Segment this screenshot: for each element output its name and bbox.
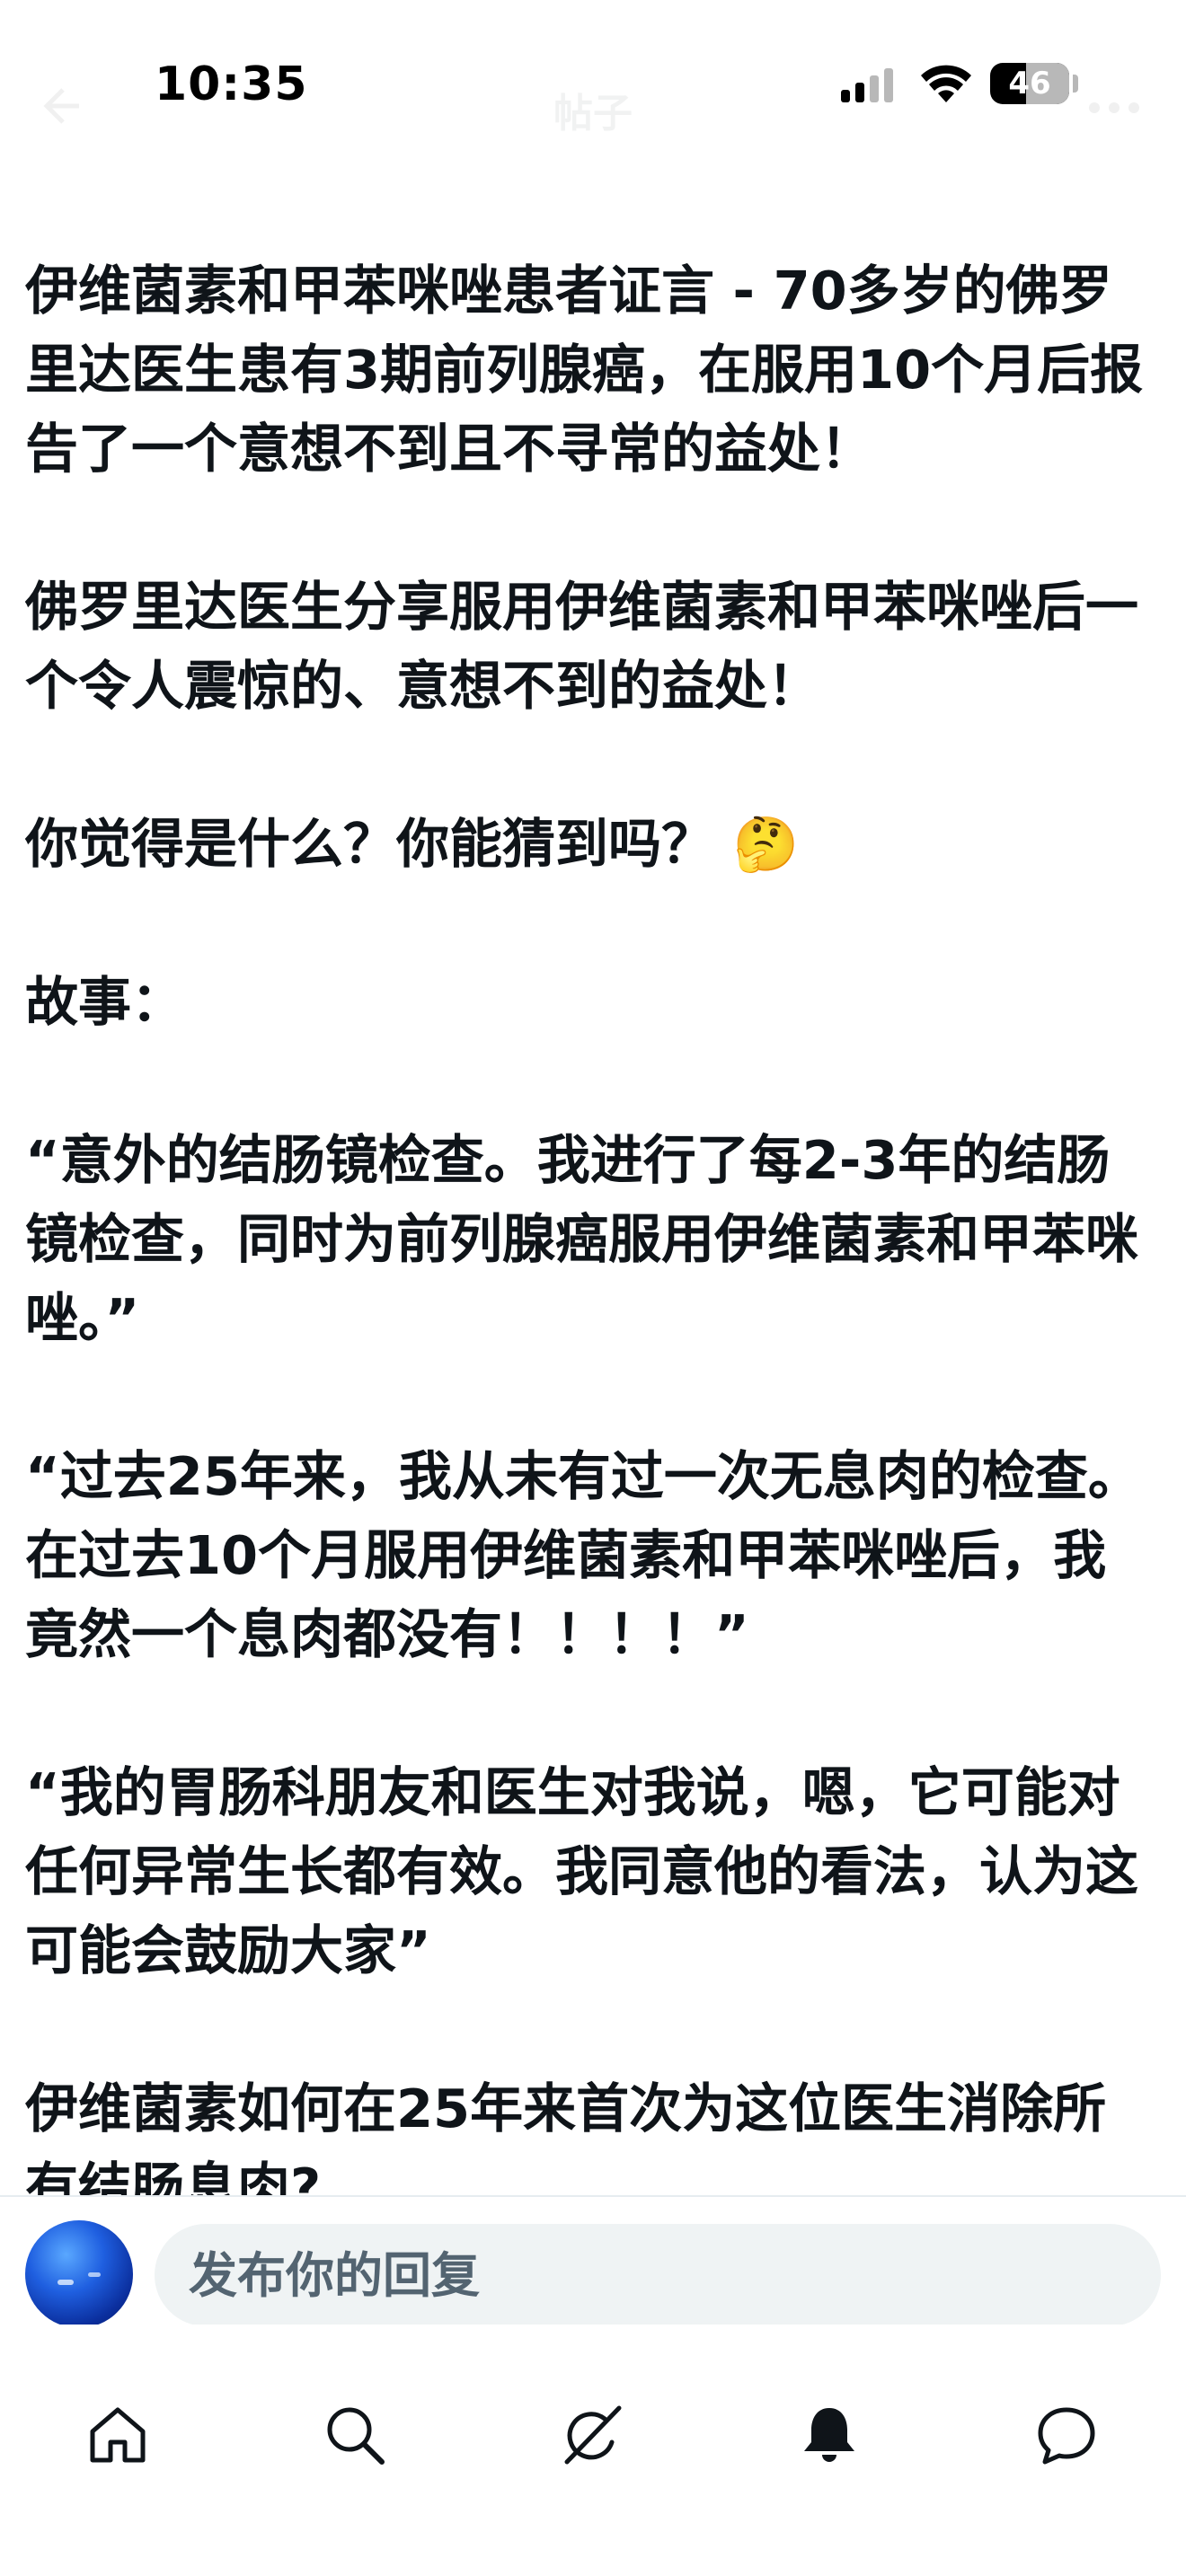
post-paragraph: “意外的结肠镜检查。我进行了每2-3年的结肠镜检查，同时为前列腺癌服用伊维菌素和…: [25, 1129, 1139, 1349]
status-time: 10:35: [155, 57, 308, 111]
cellular-signal-icon: [841, 68, 893, 102]
battery-indicator: 46: [990, 63, 1069, 104]
wifi-icon: [921, 65, 971, 102]
post-paragraph: 你觉得是什么？你能猜到吗？ 🤔: [25, 813, 800, 875]
post-paragraph: “我的胃肠科朋友和医生对我说，嗯，它可能对任何异常生长都有效。我同意他的看法，认…: [25, 1761, 1139, 1981]
reply-input[interactable]: [155, 2224, 1161, 2326]
battery-tip: [1073, 75, 1078, 93]
post-paragraph: 伊维菌素如何在25年来首次为这位医生消除所有结肠息肉?: [25, 2078, 1107, 2195]
nav-grok[interactable]: [552, 2395, 633, 2475]
search-icon: [327, 2407, 385, 2465]
nav-notifications[interactable]: [789, 2395, 870, 2475]
avatar[interactable]: [25, 2220, 133, 2328]
battery-level: 46: [1008, 66, 1051, 101]
messages-icon: [1038, 2407, 1095, 2465]
post-paragraph: 伊维菌素和甲苯咪唑患者证言 - 70多岁的佛罗里达医生患有3期前列腺癌，在服用1…: [25, 260, 1144, 480]
avatar-detail: [88, 2272, 101, 2277]
more-icon[interactable]: [1087, 99, 1141, 117]
post-text: 伊维菌素和甲苯咪唑患者证言 - 70多岁的佛罗里达医生患有3期前列腺癌，在服用1…: [25, 251, 1159, 2195]
grok-icon: [564, 2405, 622, 2465]
home-icon: [90, 2407, 146, 2463]
bottom-nav: [0, 2325, 1186, 2576]
post-paragraph: 佛罗里达医生分享服用伊维菌素和甲苯咪唑后一个令人震惊的、意想不到的益处！: [25, 576, 1139, 717]
post-paragraph: 故事：: [25, 971, 185, 1033]
nav-home[interactable]: [77, 2395, 158, 2475]
nav-messages[interactable]: [1026, 2395, 1107, 2475]
nav-search[interactable]: [314, 2395, 395, 2475]
post-paragraph: “过去25年来，我从未有过一次无息肉的检查。在过去10个月服用伊维菌素和甲苯咪唑…: [25, 1445, 1141, 1665]
reply-composer: [0, 2195, 1186, 2328]
status-bar: 10:35 46 帖子: [0, 0, 1186, 180]
back-arrow-icon[interactable]: [36, 83, 83, 129]
notifications-icon: [804, 2408, 854, 2462]
page-title: 帖子: [553, 91, 633, 137]
avatar-detail: [58, 2280, 74, 2285]
